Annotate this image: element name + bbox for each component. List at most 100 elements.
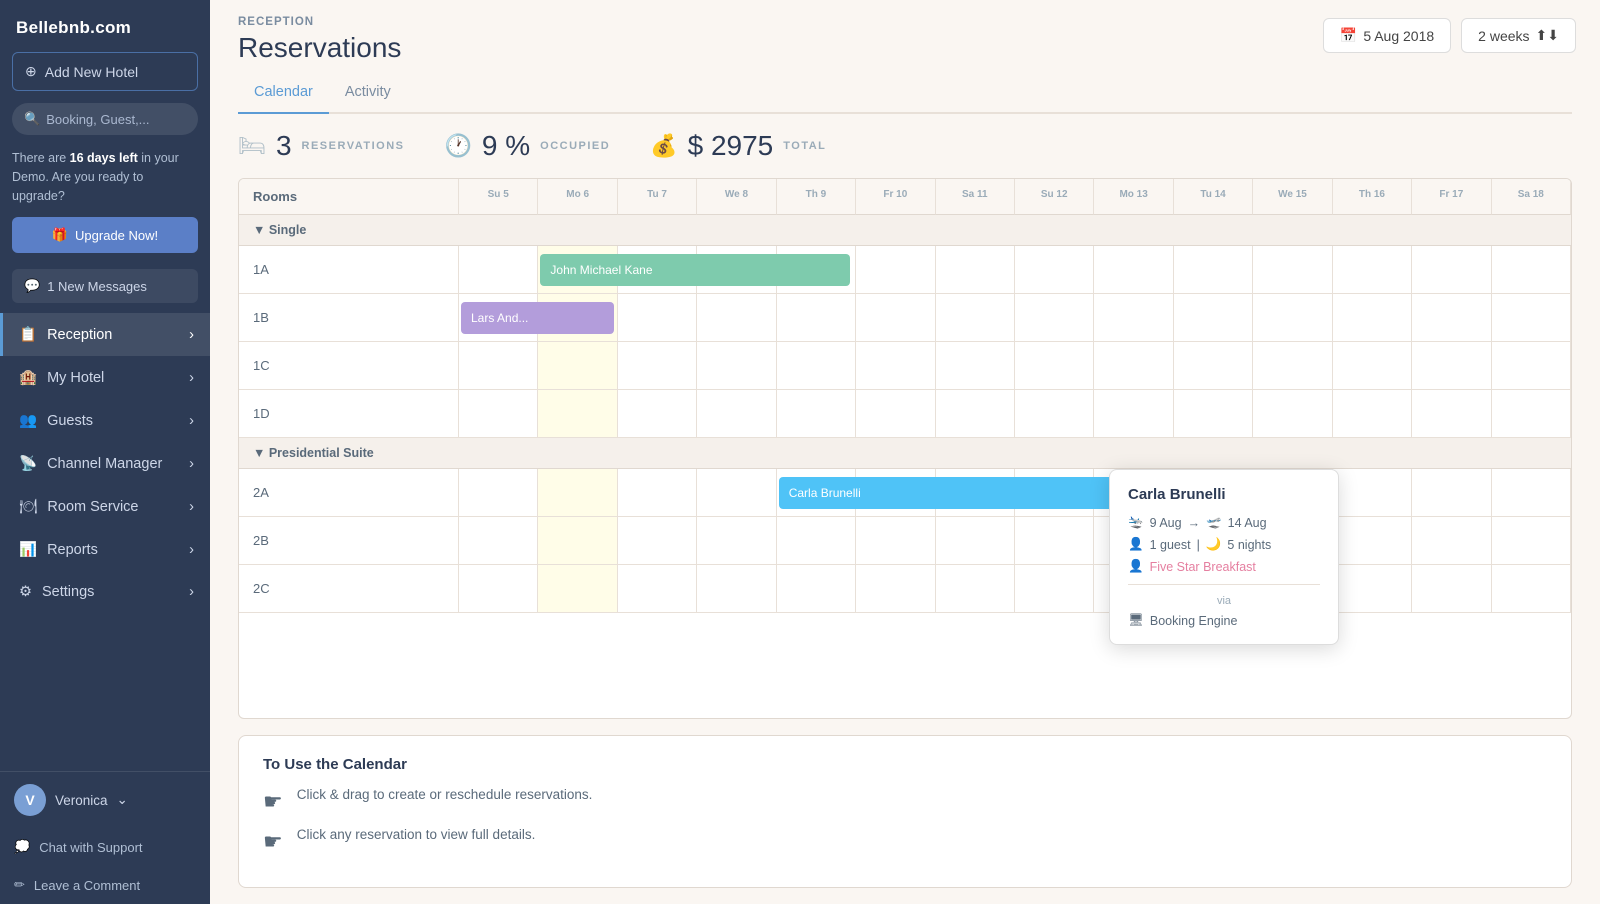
sidebar-item-reception[interactable]: 📋 Reception ›	[0, 313, 210, 356]
cell-1C-10[interactable]	[856, 342, 935, 390]
cell-1D-12[interactable]	[1015, 390, 1094, 438]
cell-1C-18[interactable]	[1492, 342, 1571, 390]
cell-2C-16[interactable]	[1333, 565, 1412, 613]
cell-1D-14[interactable]	[1174, 390, 1253, 438]
cell-2A-6[interactable]	[538, 469, 617, 517]
reservation-bar-john[interactable]: John Michael Kane	[540, 254, 850, 286]
cell-1B-11[interactable]	[936, 294, 1015, 342]
cell-2A-5[interactable]	[459, 469, 538, 517]
chat-support-button[interactable]: 💭 Chat with Support	[0, 828, 210, 866]
cell-2B-10[interactable]	[856, 517, 935, 565]
cell-1D-9[interactable]	[777, 390, 856, 438]
cell-2B-8[interactable]	[697, 517, 776, 565]
cell-1D-17[interactable]	[1412, 390, 1491, 438]
cell-1B-14[interactable]	[1174, 294, 1253, 342]
cell-2C-6[interactable]	[538, 565, 617, 613]
cell-1A-13[interactable]	[1094, 246, 1173, 294]
cell-1B-16[interactable]	[1333, 294, 1412, 342]
calendar-wrapper[interactable]: RoomsSu 5Mo 6Tu 7We 8Th 9Fr 10Sa 11Su 12…	[238, 178, 1572, 719]
cell-2B-9[interactable]	[777, 517, 856, 565]
cell-1D-6[interactable]	[538, 390, 617, 438]
cell-1A-18[interactable]	[1492, 246, 1571, 294]
cell-2A-9[interactable]: Carla Brunelli	[777, 469, 856, 517]
cell-2A-7[interactable]	[618, 469, 697, 517]
cell-2C-5[interactable]	[459, 565, 538, 613]
cell-1C-14[interactable]	[1174, 342, 1253, 390]
cell-2C-17[interactable]	[1412, 565, 1491, 613]
cell-1B-15[interactable]	[1253, 294, 1332, 342]
cell-2C-11[interactable]	[936, 565, 1015, 613]
cell-2C-12[interactable]	[1015, 565, 1094, 613]
cell-1D-16[interactable]	[1333, 390, 1412, 438]
cell-1A-17[interactable]	[1412, 246, 1491, 294]
sidebar-item-guests[interactable]: 👥 Guests ›	[0, 399, 210, 442]
cell-1C-6[interactable]	[538, 342, 617, 390]
cell-1D-15[interactable]	[1253, 390, 1332, 438]
cell-2B-5[interactable]	[459, 517, 538, 565]
cell-2C-18[interactable]	[1492, 565, 1571, 613]
cell-2C-10[interactable]	[856, 565, 935, 613]
cell-1C-15[interactable]	[1253, 342, 1332, 390]
cell-1D-8[interactable]	[697, 390, 776, 438]
cell-2B-6[interactable]	[538, 517, 617, 565]
user-menu[interactable]: V Veronica ⌄	[0, 772, 210, 828]
cell-1C-13[interactable]	[1094, 342, 1173, 390]
cell-1C-5[interactable]	[459, 342, 538, 390]
cell-1B-8[interactable]	[697, 294, 776, 342]
cell-2B-18[interactable]	[1492, 517, 1571, 565]
sidebar-item-room-service[interactable]: 🍽 Room Service ›	[0, 485, 210, 528]
cell-1B-9[interactable]	[777, 294, 856, 342]
cell-2A-16[interactable]	[1333, 469, 1412, 517]
cell-1B-18[interactable]	[1492, 294, 1571, 342]
sidebar-item-my-hotel[interactable]: 🏨 My Hotel ›	[0, 356, 210, 399]
cell-1C-16[interactable]	[1333, 342, 1412, 390]
upgrade-button[interactable]: 🎁 Upgrade Now!	[12, 217, 198, 253]
cell-1C-12[interactable]	[1015, 342, 1094, 390]
cell-1A-5[interactable]	[459, 246, 538, 294]
sidebar-item-reports[interactable]: 📊 Reports ›	[0, 528, 210, 571]
leave-comment-button[interactable]: ✏ Leave a Comment	[0, 866, 210, 904]
cell-1B-17[interactable]	[1412, 294, 1491, 342]
cell-1A-10[interactable]	[856, 246, 935, 294]
cell-2A-17[interactable]	[1412, 469, 1491, 517]
search-bar[interactable]: 🔍 Booking, Guest,...	[12, 103, 198, 135]
add-hotel-button[interactable]: ⊕ Add New Hotel	[12, 52, 198, 91]
cell-1A-15[interactable]	[1253, 246, 1332, 294]
cell-1C-17[interactable]	[1412, 342, 1491, 390]
cell-1B-10[interactable]	[856, 294, 935, 342]
cell-1B-13[interactable]	[1094, 294, 1173, 342]
cell-1A-14[interactable]	[1174, 246, 1253, 294]
cell-1B-7[interactable]	[618, 294, 697, 342]
cell-2A-8[interactable]	[697, 469, 776, 517]
date-picker-button[interactable]: 📅 5 Aug 2018	[1323, 18, 1451, 53]
cell-1A-16[interactable]	[1333, 246, 1412, 294]
cell-2B-7[interactable]	[618, 517, 697, 565]
tab-activity[interactable]: Activity	[329, 74, 407, 114]
cell-2B-11[interactable]	[936, 517, 1015, 565]
sidebar-item-settings[interactable]: ⚙ Settings ›	[0, 571, 210, 613]
cell-1C-11[interactable]	[936, 342, 1015, 390]
cell-1D-13[interactable]	[1094, 390, 1173, 438]
cell-1A-6[interactable]: John Michael Kane	[538, 246, 617, 294]
week-selector-button[interactable]: 2 weeks ⬆⬇	[1461, 18, 1576, 53]
new-messages-button[interactable]: 💬 1 New Messages	[12, 269, 198, 303]
cell-1B-12[interactable]	[1015, 294, 1094, 342]
cell-1C-8[interactable]	[697, 342, 776, 390]
cell-1D-11[interactable]	[936, 390, 1015, 438]
cell-1C-7[interactable]	[618, 342, 697, 390]
cell-1D-10[interactable]	[856, 390, 935, 438]
cell-1D-7[interactable]	[618, 390, 697, 438]
cell-1D-18[interactable]	[1492, 390, 1571, 438]
tab-calendar[interactable]: Calendar	[238, 74, 329, 114]
cell-2B-17[interactable]	[1412, 517, 1491, 565]
reservation-bar-lars[interactable]: Lars And...	[461, 302, 614, 334]
cell-2B-16[interactable]	[1333, 517, 1412, 565]
cell-2C-7[interactable]	[618, 565, 697, 613]
cell-2A-18[interactable]	[1492, 469, 1571, 517]
sidebar-item-channel-manager[interactable]: 📡 Channel Manager ›	[0, 442, 210, 485]
cell-2C-9[interactable]	[777, 565, 856, 613]
cell-1D-5[interactable]	[459, 390, 538, 438]
cell-2B-12[interactable]	[1015, 517, 1094, 565]
cell-1A-11[interactable]	[936, 246, 1015, 294]
cell-1A-12[interactable]	[1015, 246, 1094, 294]
